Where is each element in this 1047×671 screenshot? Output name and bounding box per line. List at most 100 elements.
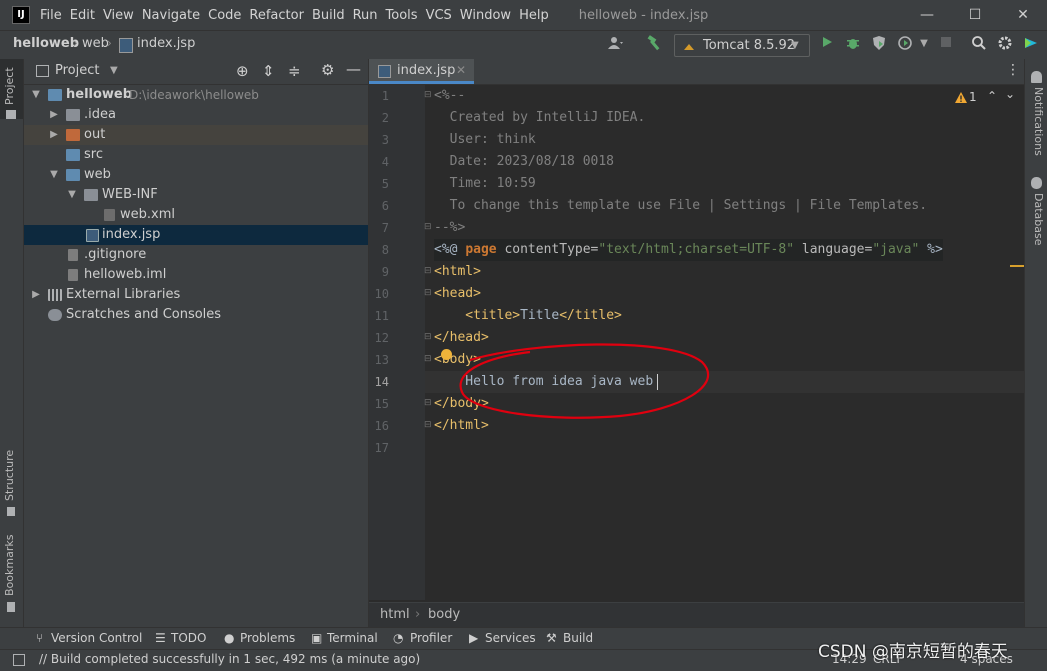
editor-tab-index-jsp[interactable]: index.jsp ✕: [369, 59, 474, 84]
fold-icon[interactable]: ⊟: [424, 90, 432, 100]
fold-icon[interactable]: ⊟: [424, 288, 432, 298]
project-panel-title[interactable]: Project: [55, 63, 99, 78]
previous-highlight-icon[interactable]: ⌃: [987, 89, 997, 103]
stop-icon[interactable]: [937, 35, 955, 53]
breadcrumb-file[interactable]: index.jsp: [137, 36, 195, 51]
chevron-down-icon[interactable]: ▼: [110, 65, 118, 76]
jetbrains-toolbox-icon[interactable]: [1022, 35, 1040, 53]
menu-code[interactable]: Code: [208, 6, 241, 25]
chevron-down-icon[interactable]: ▼: [48, 165, 60, 185]
tree-item-helloweb-iml[interactable]: helloweb.iml: [24, 265, 368, 285]
menu-build[interactable]: Build: [312, 6, 345, 25]
breadcrumb-project[interactable]: helloweb: [13, 36, 79, 51]
database-icon: [1031, 177, 1042, 189]
inspection-widget[interactable]: 1 ⌃ ⌄: [955, 87, 1015, 106]
structure-icon: [7, 507, 15, 516]
tree-item-out[interactable]: ▶ out: [24, 125, 368, 145]
tree-item-gitignore[interactable]: .gitignore: [24, 245, 368, 265]
menu-help[interactable]: Help: [519, 6, 549, 25]
tool-tab-todo[interactable]: TODO: [171, 631, 206, 645]
chevron-right-icon[interactable]: ▶: [30, 285, 42, 305]
run-icon[interactable]: [818, 35, 836, 53]
chevron-right-icon[interactable]: ▶: [48, 125, 60, 145]
chevron-down-icon[interactable]: ▼: [30, 85, 42, 105]
warning-marker[interactable]: [1010, 265, 1024, 267]
menu-run[interactable]: Run: [353, 6, 378, 25]
run-configuration-select[interactable]: Tomcat 8.5.92 ▼: [674, 34, 810, 57]
tree-item-idea[interactable]: ▶ .idea: [24, 105, 368, 125]
line-number: 8: [381, 243, 389, 257]
menu-vcs[interactable]: VCS: [426, 6, 452, 25]
build-hammer-icon[interactable]: [645, 35, 663, 53]
fold-icon[interactable]: ⊟: [424, 420, 432, 430]
hide-panel-icon[interactable]: —: [346, 60, 361, 78]
fold-icon[interactable]: ⊟: [424, 354, 432, 364]
code-line-6: To change this template use File | Setti…: [434, 198, 928, 213]
breadcrumb-separator: ›: [73, 36, 78, 50]
tool-tab-build[interactable]: Build: [563, 631, 593, 645]
chevron-right-icon[interactable]: ▶: [48, 105, 60, 125]
tree-item-src[interactable]: src: [24, 145, 368, 165]
tool-tab-project[interactable]: Project: [3, 67, 16, 105]
editor-tab-bar: index.jsp ✕ ⋮: [369, 59, 1024, 85]
options-gear-icon[interactable]: ⚙: [321, 61, 334, 79]
menu-tools[interactable]: Tools: [386, 6, 418, 25]
expand-all-icon[interactable]: ⇕: [262, 62, 275, 80]
tool-tab-terminal[interactable]: Terminal: [327, 631, 378, 645]
tree-item-scratches[interactable]: Scratches and Consoles: [24, 305, 368, 325]
search-icon[interactable]: [970, 35, 988, 53]
tool-tab-problems[interactable]: Problems: [240, 631, 295, 645]
toggle-tool-windows-icon[interactable]: [13, 654, 25, 666]
chevron-down-icon[interactable]: ▼: [66, 185, 78, 205]
menu-view[interactable]: View: [103, 6, 134, 25]
more-options-icon[interactable]: ⋮: [1006, 62, 1020, 78]
fold-icon[interactable]: ⊟: [424, 222, 432, 232]
minimize-button[interactable]: —: [904, 0, 950, 30]
fold-icon[interactable]: ⊟: [424, 266, 432, 276]
line-number-current: 14: [374, 375, 389, 389]
close-window-button[interactable]: ✕: [1000, 0, 1046, 30]
breadcrumb-body[interactable]: body: [428, 607, 460, 622]
tree-item-web[interactable]: ▼ web: [24, 165, 368, 185]
tree-item-web-xml[interactable]: web.xml: [24, 205, 368, 225]
line-number: 9: [381, 265, 389, 279]
debug-icon[interactable]: [844, 35, 862, 53]
tool-tab-version-control[interactable]: Version Control: [51, 631, 142, 645]
settings-gear-icon[interactable]: [996, 35, 1014, 53]
title-bar: IJ File Edit View Navigate Code Refactor…: [0, 0, 1047, 30]
attr-content-type-value: "text/html;charset=UTF-8": [598, 242, 795, 257]
tree-item-external-libraries[interactable]: ▶ External Libraries: [24, 285, 368, 305]
tree-item-index-jsp[interactable]: index.jsp: [24, 225, 368, 245]
breadcrumb-html[interactable]: html: [380, 607, 410, 622]
coverage-icon[interactable]: [870, 35, 888, 53]
user-icon[interactable]: [606, 35, 624, 53]
locate-target-icon[interactable]: ⊕: [236, 62, 249, 80]
maximize-button[interactable]: ☐: [952, 0, 998, 30]
close-tab-icon[interactable]: ✕: [456, 63, 466, 77]
menu-file[interactable]: File: [40, 6, 62, 25]
fold-icon[interactable]: ⊟: [424, 398, 432, 408]
tool-tab-services[interactable]: Services: [485, 631, 536, 645]
breadcrumb-web[interactable]: web: [82, 36, 109, 51]
collapse-all-icon[interactable]: ≑: [288, 62, 301, 80]
tree-item-helloweb[interactable]: ▼ helloweb D:\ideawork\helloweb: [24, 85, 368, 105]
more-run-options-icon[interactable]: ▼: [915, 35, 933, 53]
line-number: 5: [381, 177, 389, 191]
tool-tab-bookmarks[interactable]: Bookmarks: [3, 535, 16, 596]
tool-tab-notifications[interactable]: Notifications: [1032, 87, 1045, 156]
tree-item-web-inf[interactable]: ▼ WEB-INF: [24, 185, 368, 205]
tool-tab-structure[interactable]: Structure: [3, 450, 16, 501]
tool-tab-profiler[interactable]: Profiler: [410, 631, 452, 645]
tree-item-label: helloweb: [66, 87, 133, 102]
web-folder-icon: [66, 169, 80, 181]
next-highlight-icon[interactable]: ⌄: [1005, 87, 1015, 101]
status-message[interactable]: // Build completed successfully in 1 sec…: [39, 652, 420, 666]
menu-navigate[interactable]: Navigate: [142, 6, 200, 25]
tool-tab-database[interactable]: Database: [1032, 193, 1045, 246]
menu-window[interactable]: Window: [460, 6, 511, 25]
line-number: 13: [374, 353, 389, 367]
profile-run-icon[interactable]: [896, 35, 914, 53]
menu-refactor[interactable]: Refactor: [249, 6, 304, 25]
menu-edit[interactable]: Edit: [70, 6, 95, 25]
fold-icon[interactable]: ⊟: [424, 332, 432, 342]
